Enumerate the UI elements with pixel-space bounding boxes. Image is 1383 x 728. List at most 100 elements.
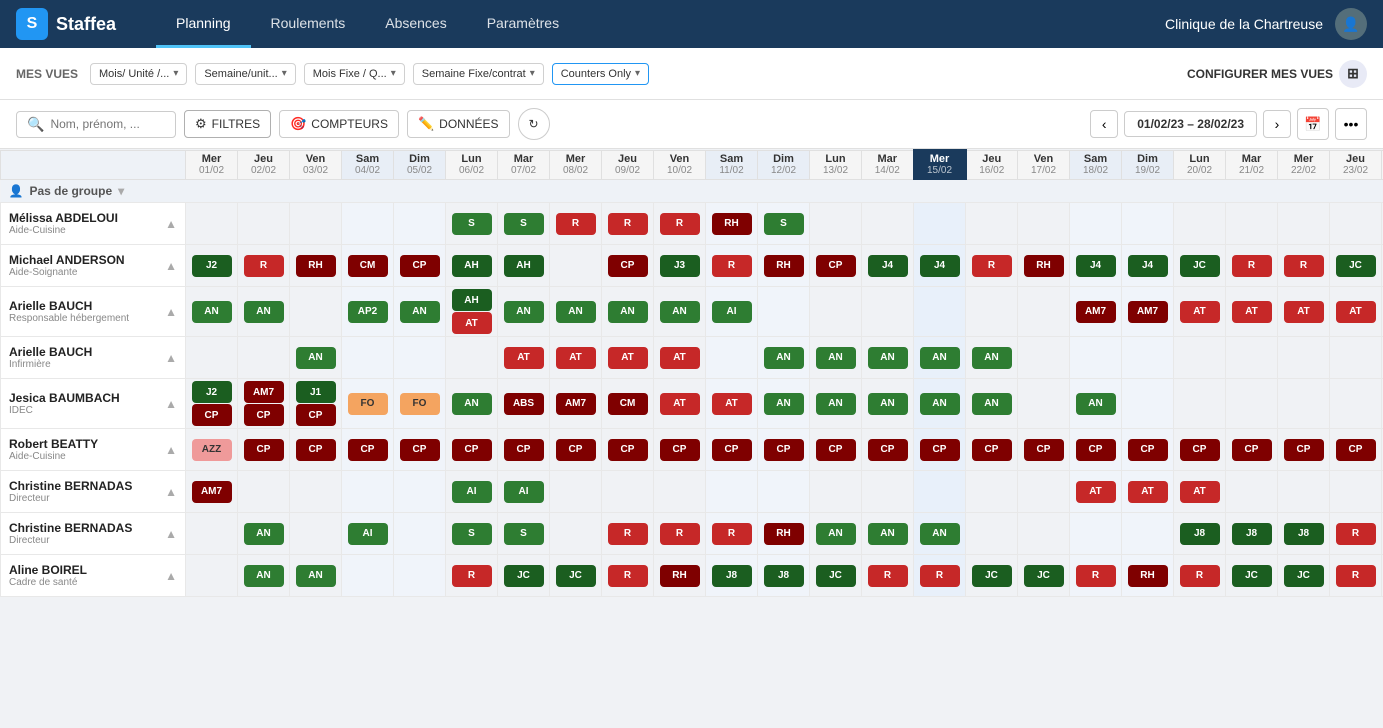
schedule-day-cell[interactable]: AT xyxy=(498,337,550,379)
schedule-day-cell[interactable]: CP xyxy=(394,429,446,471)
schedule-day-cell[interactable]: CM xyxy=(602,379,654,429)
person-expand-icon[interactable]: ▲ xyxy=(165,569,177,583)
schedule-day-cell[interactable]: R xyxy=(862,555,914,597)
schedule-day-cell[interactable] xyxy=(1070,337,1122,379)
schedule-day-cell[interactable]: RH xyxy=(758,513,810,555)
schedule-day-cell[interactable]: S xyxy=(446,513,498,555)
schedule-day-cell[interactable] xyxy=(602,471,654,513)
schedule-day-cell[interactable]: CP xyxy=(498,429,550,471)
schedule-day-cell[interactable] xyxy=(966,513,1018,555)
schedule-day-cell[interactable] xyxy=(810,471,862,513)
schedule-day-cell[interactable] xyxy=(550,513,602,555)
schedule-day-cell[interactable] xyxy=(1330,379,1382,429)
schedule-day-cell[interactable] xyxy=(966,287,1018,337)
schedule-day-cell[interactable]: AI xyxy=(342,513,394,555)
search-box[interactable]: 🔍 xyxy=(16,111,176,138)
schedule-day-cell[interactable]: J2CP xyxy=(186,379,238,429)
user-avatar[interactable]: 👤 xyxy=(1335,8,1367,40)
schedule-day-cell[interactable]: J2 xyxy=(186,245,238,287)
schedule-day-cell[interactable]: AT xyxy=(654,337,706,379)
logo[interactable]: S Staffea xyxy=(16,8,116,40)
schedule-day-cell[interactable] xyxy=(1226,379,1278,429)
schedule-day-cell[interactable]: AM7 xyxy=(550,379,602,429)
schedule-day-cell[interactable]: AZZ xyxy=(186,429,238,471)
schedule-day-cell[interactable]: RH xyxy=(1122,555,1174,597)
donnees-button[interactable]: ✏️ DONNÉES xyxy=(407,110,510,138)
schedule-day-cell[interactable]: CP xyxy=(966,429,1018,471)
schedule-day-cell[interactable] xyxy=(238,337,290,379)
schedule-day-cell[interactable]: AM7 xyxy=(1122,287,1174,337)
schedule-day-cell[interactable] xyxy=(966,203,1018,245)
schedule-day-cell[interactable]: R xyxy=(706,245,758,287)
schedule-day-cell[interactable] xyxy=(550,245,602,287)
schedule-day-cell[interactable]: S xyxy=(758,203,810,245)
schedule-day-cell[interactable]: JC xyxy=(1330,245,1382,287)
schedule-day-cell[interactable]: AT xyxy=(1174,287,1226,337)
schedule-day-cell[interactable] xyxy=(1174,337,1226,379)
schedule-day-cell[interactable] xyxy=(1070,203,1122,245)
schedule-day-cell[interactable]: AN xyxy=(654,287,706,337)
view-dropdown-3[interactable]: Mois Fixe / Q... ▾ xyxy=(304,63,405,85)
schedule-day-cell[interactable]: AI xyxy=(706,287,758,337)
schedule-day-cell[interactable]: JC xyxy=(1018,555,1070,597)
schedule-day-cell[interactable]: R xyxy=(654,203,706,245)
schedule-day-cell[interactable] xyxy=(342,203,394,245)
schedule-day-cell[interactable]: R xyxy=(706,513,758,555)
schedule-day-cell[interactable]: CP xyxy=(446,429,498,471)
schedule-day-cell[interactable]: AN xyxy=(862,379,914,429)
schedule-day-cell[interactable]: RH xyxy=(758,245,810,287)
schedule-day-cell[interactable]: AT xyxy=(1174,471,1226,513)
schedule-day-cell[interactable]: AN xyxy=(290,555,342,597)
compteurs-button[interactable]: 🎯 COMPTEURS xyxy=(279,110,399,138)
schedule-day-cell[interactable]: AN xyxy=(758,379,810,429)
schedule-day-cell[interactable]: AN xyxy=(966,379,1018,429)
schedule-day-cell[interactable] xyxy=(862,287,914,337)
schedule-day-cell[interactable]: R xyxy=(446,555,498,597)
schedule-day-cell[interactable]: AT xyxy=(1122,471,1174,513)
schedule-day-cell[interactable]: R xyxy=(1330,513,1382,555)
schedule-day-cell[interactable] xyxy=(186,555,238,597)
schedule-day-cell[interactable]: JC xyxy=(1174,245,1226,287)
schedule-day-cell[interactable]: AM7 xyxy=(1070,287,1122,337)
schedule-day-cell[interactable]: AM7 xyxy=(186,471,238,513)
schedule-day-cell[interactable]: CP xyxy=(914,429,966,471)
schedule-day-cell[interactable]: R xyxy=(1278,245,1330,287)
schedule-day-cell[interactable]: JC xyxy=(1278,555,1330,597)
schedule-day-cell[interactable]: R xyxy=(914,555,966,597)
schedule-day-cell[interactable] xyxy=(1278,379,1330,429)
schedule-day-cell[interactable]: R xyxy=(1174,555,1226,597)
schedule-day-cell[interactable] xyxy=(1122,379,1174,429)
calendar-button[interactable]: 📅 xyxy=(1297,108,1329,140)
schedule-day-cell[interactable] xyxy=(238,203,290,245)
schedule-day-cell[interactable] xyxy=(394,471,446,513)
schedule-day-cell[interactable] xyxy=(810,287,862,337)
schedule-day-cell[interactable] xyxy=(1122,337,1174,379)
schedule-day-cell[interactable]: CP xyxy=(862,429,914,471)
schedule-day-cell[interactable]: CP xyxy=(1330,429,1382,471)
schedule-day-cell[interactable] xyxy=(706,471,758,513)
schedule-day-cell[interactable]: AT xyxy=(1070,471,1122,513)
schedule-day-cell[interactable]: JC xyxy=(550,555,602,597)
schedule-day-cell[interactable]: R xyxy=(966,245,1018,287)
search-input[interactable] xyxy=(50,117,165,131)
view-dropdown-5[interactable]: Counters Only ▾ xyxy=(552,63,649,85)
schedule-day-cell[interactable]: AN xyxy=(238,287,290,337)
schedule-day-cell[interactable]: J8 xyxy=(1226,513,1278,555)
nav-parametres[interactable]: Paramètres xyxy=(467,0,579,48)
schedule-day-cell[interactable] xyxy=(1330,203,1382,245)
schedule-day-cell[interactable]: AT xyxy=(1330,287,1382,337)
schedule-day-cell[interactable]: AT xyxy=(654,379,706,429)
schedule-day-cell[interactable]: JC xyxy=(1226,555,1278,597)
person-expand-icon[interactable]: ▲ xyxy=(165,527,177,541)
schedule-day-cell[interactable]: AT xyxy=(706,379,758,429)
schedule-day-cell[interactable]: CP xyxy=(1070,429,1122,471)
configure-views-btn[interactable]: CONFIGURER MES VUES ⊞ xyxy=(1187,60,1367,88)
schedule-day-cell[interactable] xyxy=(862,203,914,245)
schedule-day-cell[interactable]: J8 xyxy=(758,555,810,597)
schedule-day-cell[interactable]: CP xyxy=(342,429,394,471)
schedule-day-cell[interactable]: AT xyxy=(1226,287,1278,337)
view-dropdown-2[interactable]: Semaine/unit... ▾ xyxy=(195,63,295,85)
schedule-day-cell[interactable] xyxy=(706,337,758,379)
schedule-day-cell[interactable]: CP xyxy=(1018,429,1070,471)
refresh-button[interactable]: ↻ xyxy=(518,108,550,140)
